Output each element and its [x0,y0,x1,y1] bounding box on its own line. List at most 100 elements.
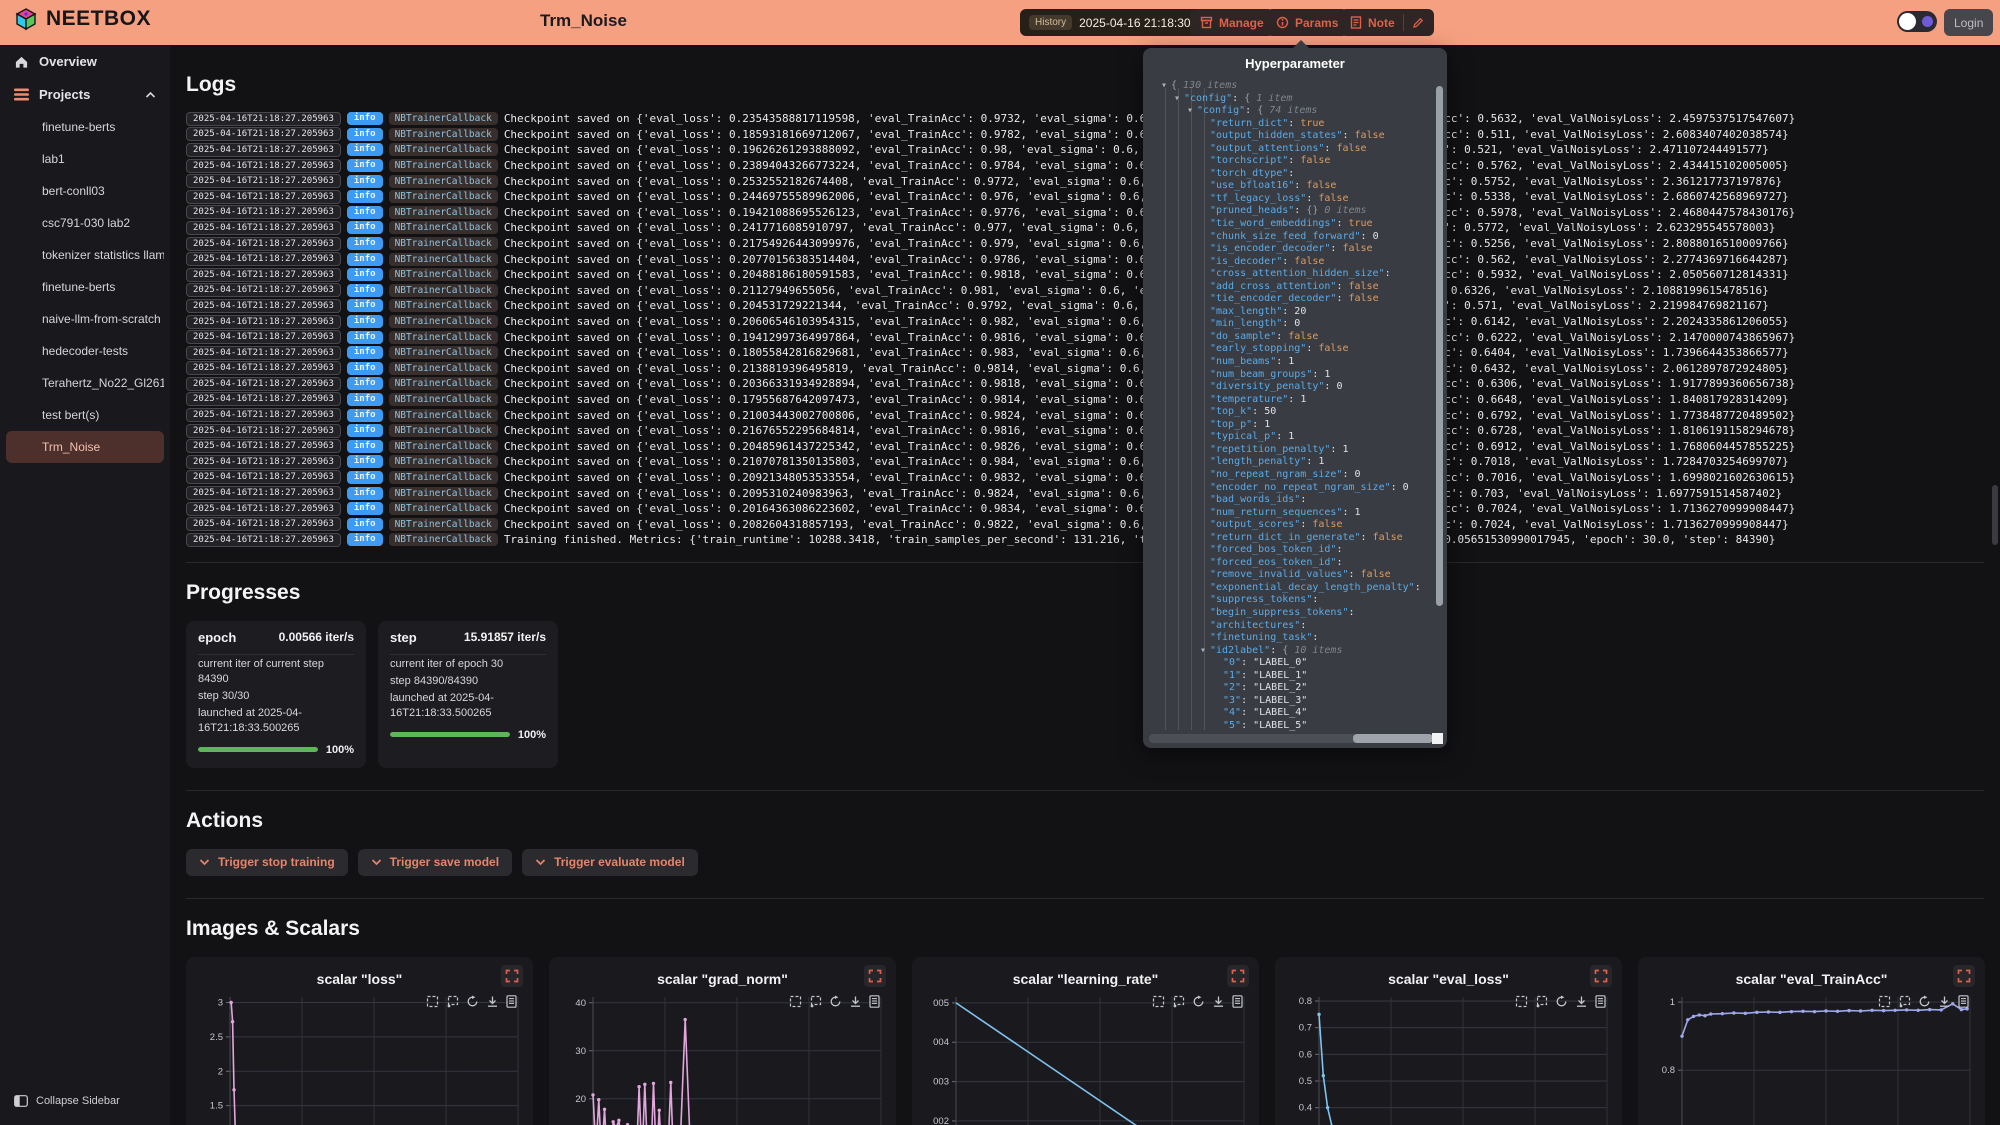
lasso-select-icon[interactable] [446,995,459,1008]
log-row[interactable]: 2025-04-16T21:18:27.205963infoNBTrainerC… [186,267,1984,283]
json-tree-row[interactable]: "output_hidden_states": false [1149,130,1433,143]
sidebar-item-project[interactable]: finetune-berts [6,111,164,143]
json-tree-row[interactable]: "tie_encoder_decoder": false [1149,293,1433,306]
sidebar-item-project[interactable]: Trm_Noise [6,431,164,463]
log-row[interactable]: 2025-04-16T21:18:27.205963infoNBTrainerC… [186,454,1984,470]
json-tree-row[interactable]: "pruned_heads": {} 0 items [1149,205,1433,218]
theme-toggle[interactable] [1897,11,1937,32]
json-tree-row[interactable]: "top_k": 50 [1149,406,1433,419]
log-row[interactable]: 2025-04-16T21:18:27.205963infoNBTrainerC… [186,376,1984,392]
lasso-select-icon[interactable] [1172,995,1185,1008]
lasso-select-icon[interactable] [809,995,822,1008]
collapse-sidebar-button[interactable]: Collapse Sidebar [0,1087,170,1115]
json-tree-row[interactable]: "4": "LABEL_4" [1149,707,1433,720]
expand-chart-button[interactable] [864,965,886,987]
sidebar-item-project[interactable]: naive-llm-from-scratch [6,303,164,335]
params-button[interactable]: Params [1266,9,1348,36]
log-row[interactable]: 2025-04-16T21:18:27.205963infoNBTrainerC… [186,189,1984,205]
json-tree-row[interactable]: "min_length": 0 [1149,318,1433,331]
json-tree-row[interactable]: "architectures": [1149,620,1433,633]
log-row[interactable]: 2025-04-16T21:18:27.205963infoNBTrainerC… [186,283,1984,299]
trigger-action-button[interactable]: Trigger save model [358,849,512,876]
json-tree-row[interactable]: "exponential_decay_length_penalty": [1149,582,1433,595]
sidebar-item-project[interactable]: finetune-berts [6,271,164,303]
json-tree-row[interactable]: "finetuning_task": [1149,632,1433,645]
pencil-icon[interactable] [1412,17,1424,29]
log-row[interactable]: 2025-04-16T21:18:27.205963infoNBTrainerC… [186,220,1984,236]
chart-canvas[interactable]: 40302010 [559,997,886,1125]
expand-chart-button[interactable] [1227,965,1249,987]
download-icon[interactable] [849,995,862,1008]
log-row[interactable]: 2025-04-16T21:18:27.205963infoNBTrainerC… [186,236,1984,252]
json-tree-row[interactable]: "return_dict_in_generate": false [1149,532,1433,545]
json-tree-row[interactable]: "1": "LABEL_1" [1149,670,1433,683]
brand[interactable]: NEETBOX [14,7,151,31]
chart-canvas[interactable]: 005004003002001 [922,997,1249,1125]
caret-down-icon[interactable]: ▾ [1174,93,1184,106]
json-tree-row[interactable]: "num_return_sequences": 1 [1149,507,1433,520]
data-file-icon[interactable] [1232,995,1243,1008]
json-tree-row[interactable]: ▾{ 130 items [1149,80,1433,93]
log-row[interactable]: 2025-04-16T21:18:27.205963infoNBTrainerC… [186,251,1984,267]
json-tree-row[interactable]: "cross_attention_hidden_size": [1149,268,1433,281]
json-tree-row[interactable]: "is_encoder_decoder": false [1149,243,1433,256]
json-tree-row[interactable]: "forced_eos_token_id": [1149,557,1433,570]
log-row[interactable]: 2025-04-16T21:18:27.205963infoNBTrainerC… [186,142,1984,158]
json-tree-row[interactable]: "num_beam_groups": 1 [1149,369,1433,382]
log-row[interactable]: 2025-04-16T21:18:27.205963infoNBTrainerC… [186,407,1984,423]
reset-view-icon[interactable] [829,995,842,1008]
sidebar-item-overview[interactable]: Overview [0,45,170,78]
json-tree-row[interactable]: "tf_legacy_loss": false [1149,193,1433,206]
sidebar-item-project[interactable]: Terahertz_No22_Gl261_gl... [6,367,164,399]
json-tree-row[interactable]: "remove_invalid_values": false [1149,569,1433,582]
json-tree-row[interactable]: "do_sample": false [1149,331,1433,344]
json-tree-row[interactable]: "2": "LABEL_2" [1149,682,1433,695]
sidebar-item-project[interactable]: lab1 [6,143,164,175]
json-tree-row[interactable]: ▾"config": { 74 items [1149,105,1433,118]
expand-chart-button[interactable] [1953,965,1975,987]
json-tree-row[interactable]: "output_attentions": false [1149,143,1433,156]
log-row[interactable]: 2025-04-16T21:18:27.205963infoNBTrainerC… [186,516,1984,532]
json-tree-row[interactable]: "add_cross_attention": false [1149,281,1433,294]
json-tree-row[interactable]: ▾"id2label": { 10 items [1149,645,1433,658]
trigger-action-button[interactable]: Trigger evaluate model [522,849,698,876]
json-tree-row[interactable]: "begin_suppress_tokens": [1149,607,1433,620]
log-row[interactable]: 2025-04-16T21:18:27.205963infoNBTrainerC… [186,329,1984,345]
log-row[interactable]: 2025-04-16T21:18:27.205963infoNBTrainerC… [186,438,1984,454]
page-scrollbar[interactable] [1992,485,1998,545]
sidebar-item-project[interactable]: test bert(s) [6,399,164,431]
log-row[interactable]: 2025-04-16T21:18:27.205963infoNBTrainerC… [186,361,1984,377]
sidebar-item-project[interactable]: bert-conll03 [6,175,164,207]
json-tree-row[interactable]: "torchscript": false [1149,155,1433,168]
json-tree[interactable]: ▾{ 130 items▾"config": { 1 item▾"config"… [1149,80,1433,732]
json-tree-row[interactable]: "encoder_no_repeat_ngram_size": 0 [1149,482,1433,495]
json-tree-row[interactable]: "temperature": 1 [1149,394,1433,407]
json-tree-row[interactable]: "use_bfloat16": false [1149,180,1433,193]
json-tree-row[interactable]: "suppress_tokens": [1149,594,1433,607]
log-row[interactable]: 2025-04-16T21:18:27.205963infoNBTrainerC… [186,205,1984,221]
history-dropdown[interactable]: History 2025-04-16 21:18:30 [1020,9,1217,36]
chart-canvas[interactable]: 0.80.70.60.50.40.30.2 [1285,997,1612,1125]
reset-view-icon[interactable] [466,995,479,1008]
lasso-select-icon[interactable] [1535,995,1548,1008]
json-tree-row[interactable]: "num_beams": 1 [1149,356,1433,369]
note-button-group[interactable]: Note [1340,9,1434,36]
data-file-icon[interactable] [869,995,880,1008]
json-tree-row[interactable]: "repetition_penalty": 1 [1149,444,1433,457]
log-row[interactable]: 2025-04-16T21:18:27.205963infoNBTrainerC… [186,470,1984,486]
log-row[interactable]: 2025-04-16T21:18:27.205963infoNBTrainerC… [186,423,1984,439]
log-list[interactable]: 2025-04-16T21:18:27.205963infoNBTrainerC… [186,111,1984,548]
sidebar-item-projects[interactable]: Projects [0,78,170,111]
reset-view-icon[interactable] [1555,995,1568,1008]
log-row[interactable]: 2025-04-16T21:18:27.205963infoNBTrainerC… [186,392,1984,408]
chart-canvas[interactable]: 10.80.6 [1648,997,1975,1125]
chart-canvas[interactable]: 32.521.510.5 [196,997,523,1125]
json-tree-row[interactable]: "no_repeat_ngram_size": 0 [1149,469,1433,482]
json-tree-row[interactable]: "is_decoder": false [1149,256,1433,269]
box-select-icon[interactable] [1152,995,1165,1008]
manage-button[interactable]: Manage [1190,9,1274,36]
data-file-icon[interactable] [1958,995,1969,1008]
sidebar-item-project[interactable]: tokenizer statistics llama... [6,239,164,271]
login-button[interactable]: Login [1944,9,1993,36]
popup-vertical-scrollbar[interactable] [1436,86,1443,606]
